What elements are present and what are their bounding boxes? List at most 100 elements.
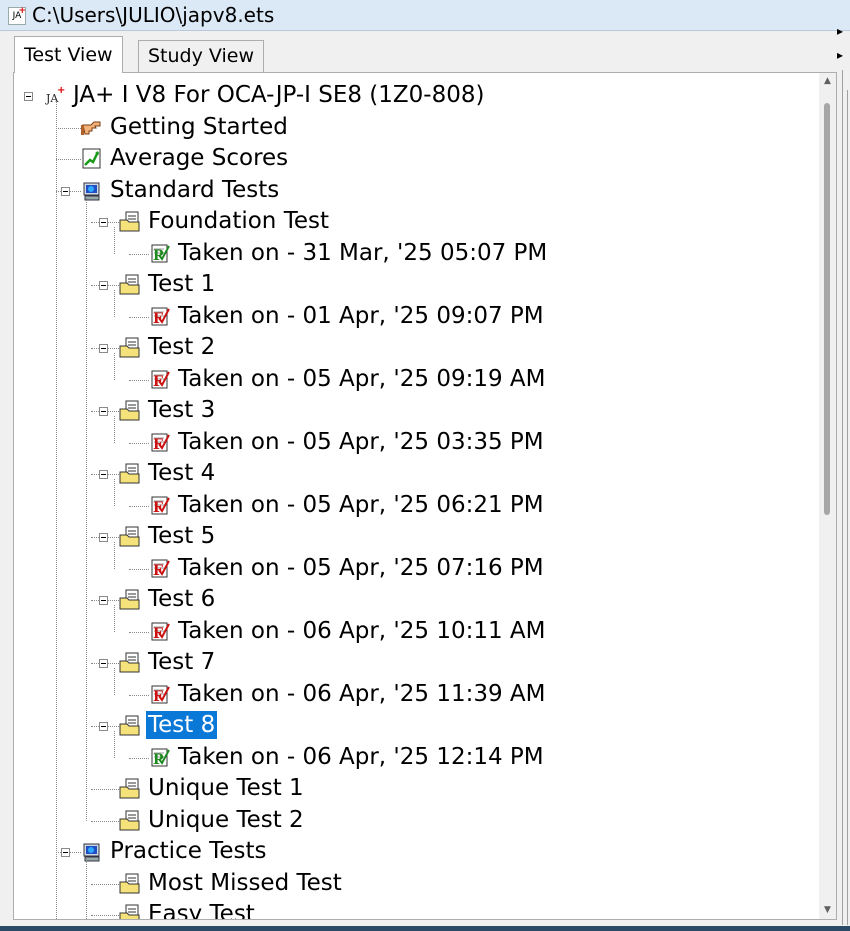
folder-icon	[119, 337, 141, 359]
tree-item-test[interactable]: Test 1	[14, 270, 814, 298]
folder-icon	[119, 873, 141, 895]
ja-app-icon: JA +	[44, 85, 66, 107]
svg-text:F: F	[153, 374, 163, 390]
tree-item-label: Taken on - 06 Apr, '25 11:39 AM	[178, 680, 546, 707]
svg-text:F: F	[153, 689, 163, 705]
tree-connector	[114, 290, 115, 317]
tree-item-test[interactable]: Test 8	[14, 711, 814, 739]
tree-connector	[114, 227, 115, 254]
chevron-right-icon[interactable]: ▸	[837, 24, 843, 38]
fail-icon: F	[149, 369, 171, 391]
tree-item-label: JA+ I V8 For OCA-JP-I SE8 (1Z0-808)	[73, 82, 485, 108]
tree-connector	[114, 479, 115, 506]
tree-item-test[interactable]: Test 6	[14, 585, 814, 613]
tree-item-test[interactable]: Test 4	[14, 459, 814, 487]
tree-item-test[interactable]: Test 3	[14, 396, 814, 424]
folder-icon	[119, 778, 141, 800]
tree-connector	[114, 605, 115, 632]
tree-item-unique-test[interactable]: Unique Test 1	[14, 774, 814, 802]
svg-text:F: F	[153, 563, 163, 579]
tree-connector	[114, 668, 115, 695]
fail-icon: F	[149, 684, 171, 706]
fail-icon: F	[149, 621, 171, 643]
tree-item-test[interactable]: Test 5	[14, 522, 814, 550]
scrollbar-thumb[interactable]	[824, 103, 830, 515]
tree-item-attempt[interactable]: F Taken on - 06 Apr, '25 10:11 AM	[14, 617, 814, 645]
tree-connector	[114, 731, 115, 758]
tree-item-standard-tests[interactable]: Standard Tests	[14, 176, 814, 204]
tree-panel: JA + JA+ I V8 For OCA-JP-I SE8 (1Z0-808) Ge…	[13, 72, 837, 920]
tree-item-label: Standard Tests	[110, 176, 280, 203]
tab-study-view[interactable]: Study View	[138, 40, 264, 72]
folder-icon	[119, 589, 141, 611]
folder-icon	[119, 274, 141, 296]
tree-connector	[114, 542, 115, 569]
tree-connector	[86, 857, 87, 919]
test-tree: JA + JA+ I V8 For OCA-JP-I SE8 (1Z0-808) Ge…	[14, 73, 814, 919]
chevron-right-icon[interactable]: ▸	[837, 48, 843, 62]
fail-icon: F	[149, 306, 171, 328]
pointing-hand-icon	[81, 117, 103, 139]
svg-text:F: F	[153, 437, 163, 453]
window-title: C:\Users\JULIO\japv8.ets	[32, 3, 275, 27]
folder-icon	[119, 904, 141, 919]
tree-item-attempt[interactable]: F Taken on - 05 Apr, '25 07:16 PM	[14, 554, 814, 582]
tree-item-attempt[interactable]: F Taken on - 05 Apr, '25 06:21 PM	[14, 491, 814, 519]
folder-icon	[119, 652, 141, 674]
svg-text:+: +	[57, 85, 65, 96]
tree-item-label: Easy Test	[148, 901, 255, 919]
scroll-down-icon[interactable]: ▼	[819, 902, 836, 919]
folder-icon	[119, 400, 141, 422]
tab-test-view[interactable]: Test View	[14, 36, 123, 73]
tree-item-label: Test 2	[148, 334, 216, 360]
tree-item-practice-test[interactable]: Easy Test	[14, 900, 814, 919]
tree-connector	[114, 416, 115, 443]
splitter-line	[842, 70, 843, 925]
computer-icon	[81, 180, 103, 202]
taskbar-edge	[0, 926, 850, 931]
tree-item-label: Getting Started	[110, 113, 288, 140]
tree-item-label: Foundation Test	[148, 208, 329, 234]
tree-item-test[interactable]: Test 7	[14, 648, 814, 676]
tree-item-label: Unique Test 2	[148, 806, 304, 833]
tree-connector	[114, 353, 115, 380]
tree-item-attempt[interactable]: F Taken on - 06 Apr, '25 11:39 AM	[14, 680, 814, 708]
vertical-scrollbar[interactable]: ▲ ▼	[819, 73, 836, 919]
tree-item-label: Most Missed Test	[148, 869, 342, 896]
tree-item-attempt[interactable]: F Taken on - 05 Apr, '25 03:35 PM	[14, 428, 814, 456]
tree-item-attempt[interactable]: P Taken on - 31 Mar, '25 05:07 PM	[14, 239, 814, 267]
chart-icon	[81, 148, 103, 170]
tree-item-practice-test[interactable]: Most Missed Test	[14, 869, 814, 897]
tree-item-practice-tests[interactable]: Practice Tests	[14, 837, 814, 865]
tree-item-attempt[interactable]: P Taken on - 06 Apr, '25 12:14 PM	[14, 743, 814, 771]
pass-icon: P	[149, 243, 171, 265]
folder-icon	[119, 715, 141, 737]
fail-icon: F	[149, 432, 171, 454]
pass-icon: P	[149, 747, 171, 769]
folder-icon	[119, 463, 141, 485]
tree-root[interactable]: JA + JA+ I V8 For OCA-JP-I SE8 (1Z0-808)	[14, 81, 814, 109]
svg-text:F: F	[153, 311, 163, 327]
tree-item-label: Unique Test 1	[148, 775, 304, 801]
tree-item-average-scores[interactable]: Average Scores	[14, 144, 814, 172]
tree-item-getting-started[interactable]: Getting Started	[14, 113, 814, 141]
svg-text:F: F	[153, 500, 163, 516]
folder-icon	[119, 526, 141, 548]
tree-item-attempt[interactable]: F Taken on - 05 Apr, '25 09:19 AM	[14, 365, 814, 393]
svg-text:F: F	[153, 626, 163, 642]
tree-item-test[interactable]: Test 2	[14, 333, 814, 361]
splitter-line	[847, 90, 848, 925]
scroll-up-icon[interactable]: ▲	[819, 73, 836, 90]
tree-item-label: Average Scores	[110, 145, 289, 171]
tree-item-label: Taken on - 31 Mar, '25 05:07 PM	[178, 239, 548, 266]
tree-item-label: Test 1	[148, 271, 216, 297]
tree-item-label: Test 7	[148, 649, 216, 675]
ja-app-icon: JA +	[8, 6, 26, 25]
tree-item-label: Test 6	[148, 586, 216, 612]
tree-item-unique-test[interactable]: Unique Test 2	[14, 806, 814, 834]
tree-item-label: Taken on - 05 Apr, '25 06:21 PM	[178, 491, 544, 518]
tree-item-attempt[interactable]: F Taken on - 01 Apr, '25 09:07 PM	[14, 302, 814, 330]
tree-item-label: Test 5	[148, 523, 216, 549]
fail-icon: F	[149, 495, 171, 517]
tree-item-test[interactable]: Foundation Test	[14, 207, 814, 235]
